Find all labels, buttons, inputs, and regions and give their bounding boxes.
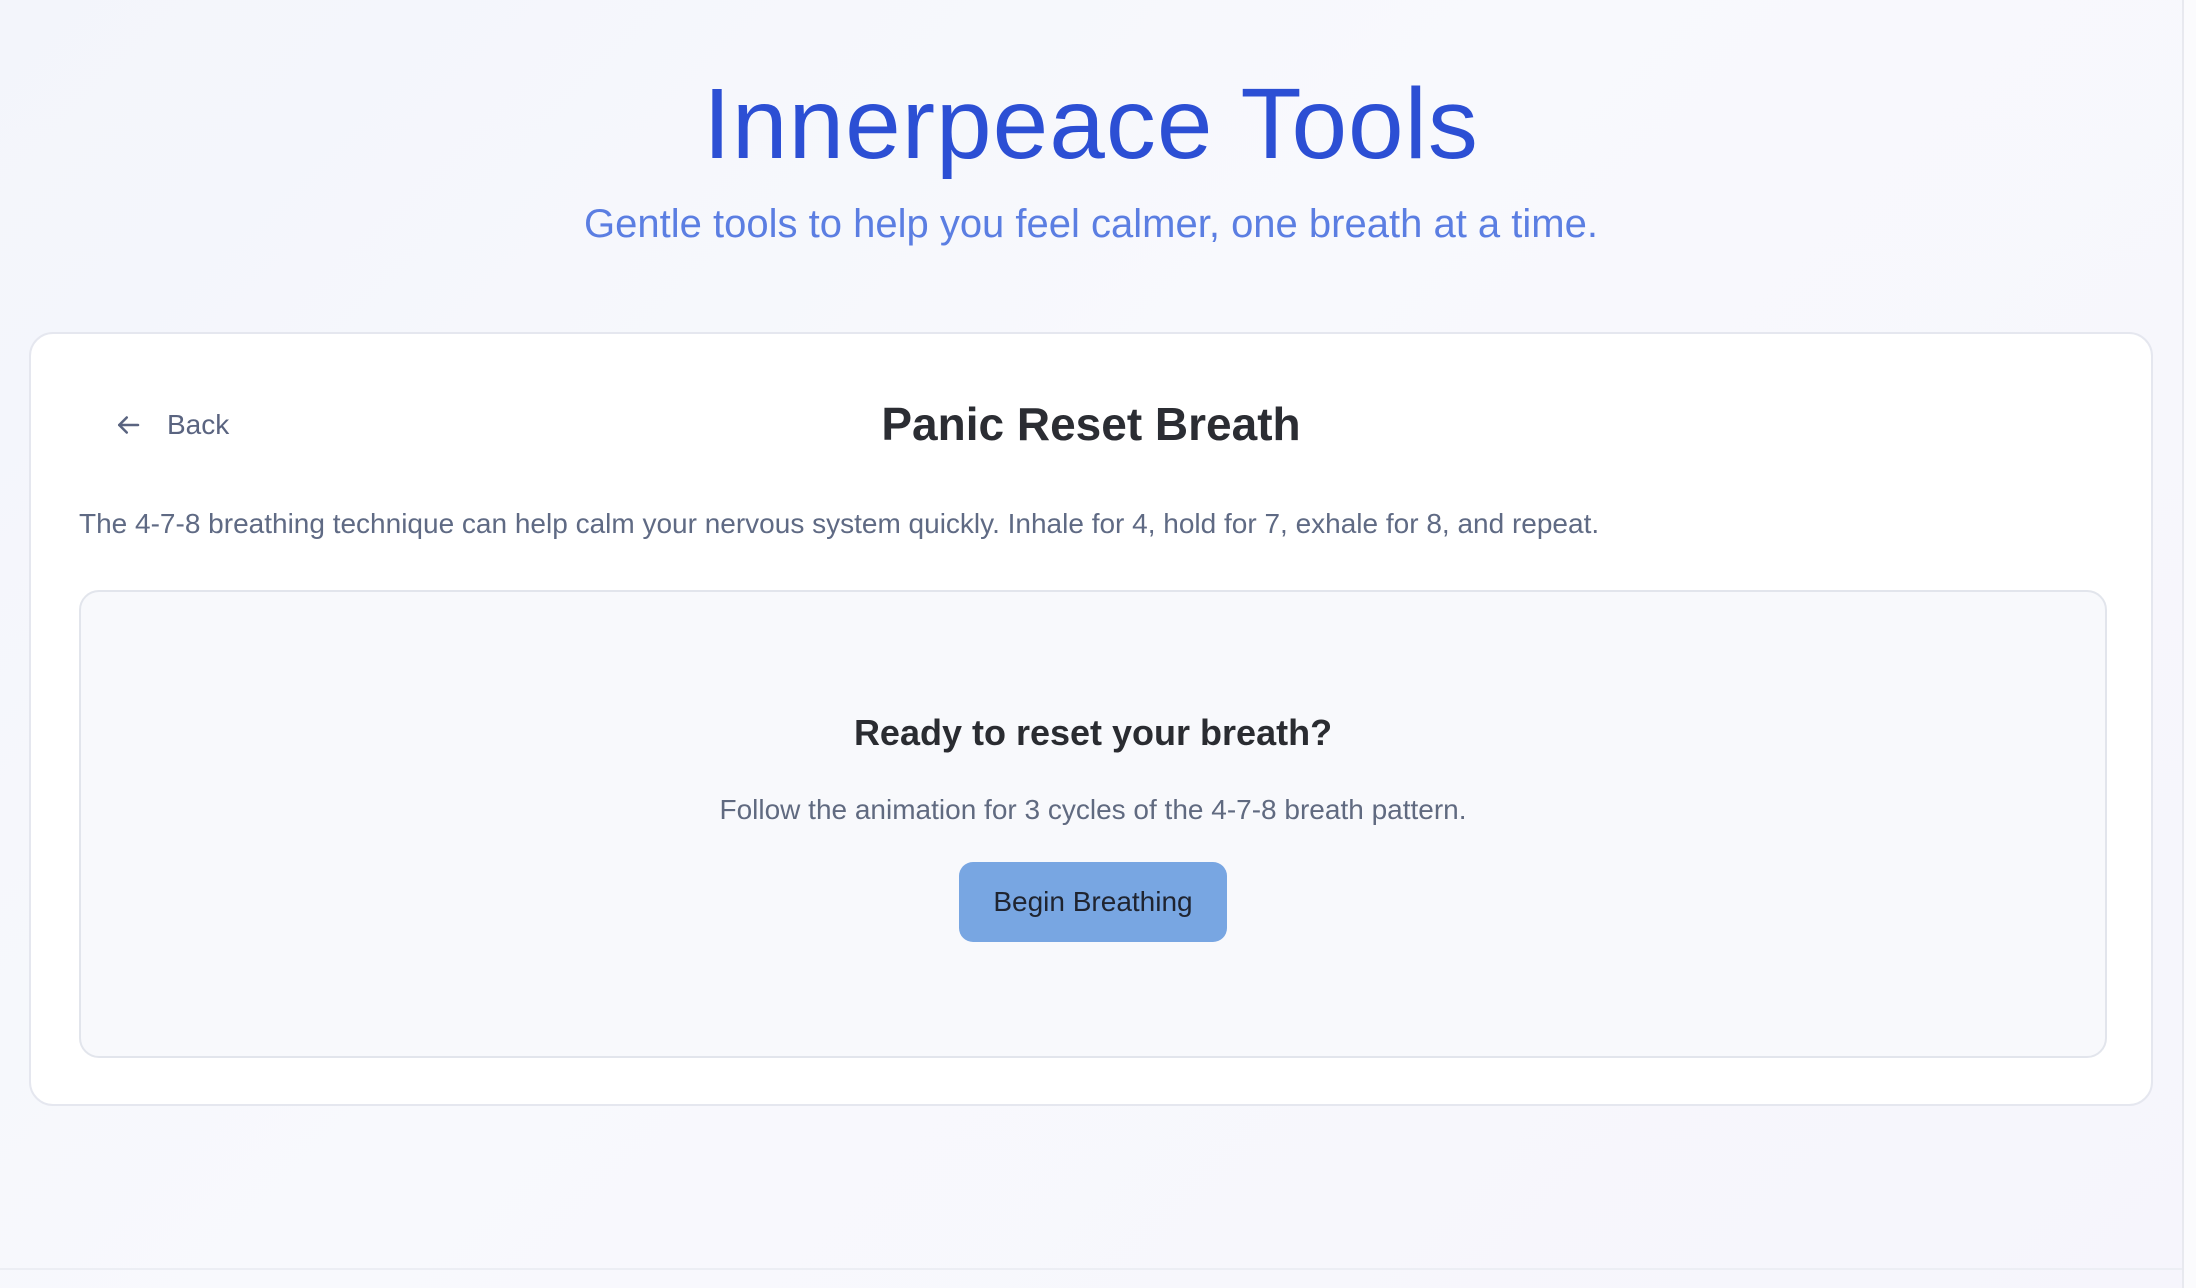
tool-card: Back Panic Reset Breath The 4-7-8 breath… — [29, 332, 2153, 1106]
exercise-instructions: Follow the animation for 3 cycles of the… — [719, 794, 1467, 825]
tool-description: The 4-7-8 breathing technique can help c… — [79, 508, 1600, 539]
app-title: Innerpeace Tools — [703, 68, 1479, 180]
exercise-panel: Ready to reset your breath? Follow the a… — [79, 590, 2107, 1058]
exercise-heading: Ready to reset your breath? — [853, 712, 1333, 753]
tool-title: Panic Reset Breath — [881, 398, 1301, 450]
app-header: Innerpeace Tools Gentle tools to help yo… — [0, 0, 2182, 300]
bottom-divider — [0, 1268, 2182, 1270]
begin-breathing-button[interactable]: Begin Breathing — [959, 862, 1227, 942]
app-subtitle: Gentle tools to help you feel calmer, on… — [584, 202, 1598, 246]
scrollbar[interactable] — [2182, 0, 2196, 1288]
